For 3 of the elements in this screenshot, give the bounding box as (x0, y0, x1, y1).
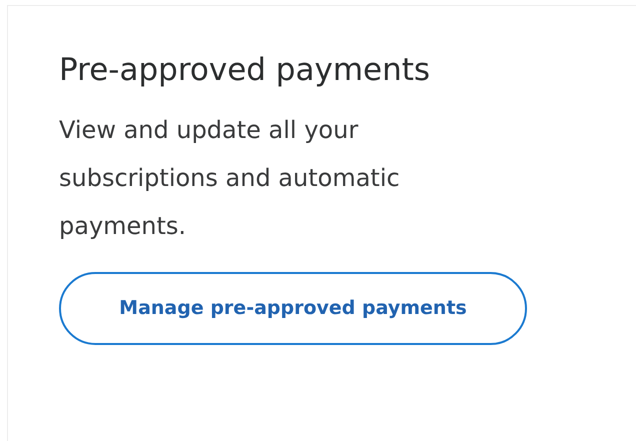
manage-button[interactable]: Manage pre-approved payments (59, 272, 527, 345)
card-description: View and update all your subscriptions and automatic payments. (59, 115, 401, 242)
card-title: Pre-approved payments (59, 51, 430, 90)
